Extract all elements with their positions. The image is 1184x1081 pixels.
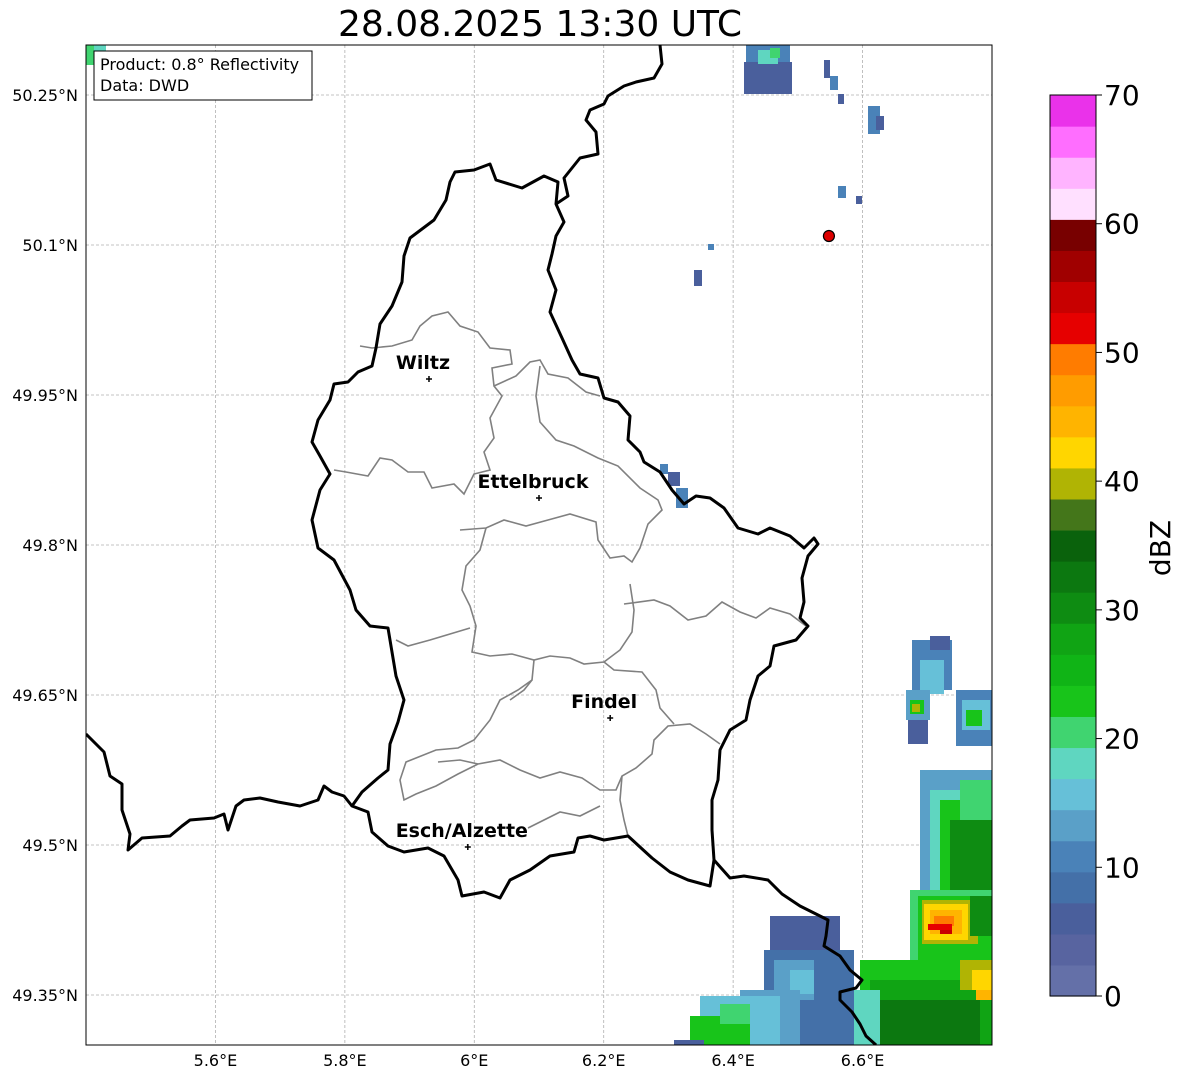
colorbar-cell xyxy=(1050,747,1096,780)
colorbar-cell xyxy=(1050,809,1096,842)
city-markers: Wiltz Ettelbruck Findel Esch/Alzette xyxy=(396,352,637,850)
lat-tick-label: 49.35°N xyxy=(12,986,78,1005)
city-label: Ettelbruck xyxy=(478,471,589,493)
colorbar-tick-label: 0 xyxy=(1104,980,1122,1013)
city-esch-alzette: Esch/Alzette xyxy=(396,820,528,850)
longitude-tick-labels: 5.6°E 5.8°E 6°E 6.2°E 6.4°E 6.6°E xyxy=(194,1051,885,1070)
colorbar-tick-label: 40 xyxy=(1104,465,1140,498)
city-label: Wiltz xyxy=(396,352,450,374)
colorbar-cell xyxy=(1050,871,1096,904)
colorbar-cell xyxy=(1050,157,1096,189)
colorbar-cell xyxy=(1050,623,1096,655)
lon-tick-label: 5.8°E xyxy=(323,1051,367,1070)
info-product: Product: 0.8° Reflectivity xyxy=(100,55,299,74)
colorbar-cell xyxy=(1050,436,1096,469)
lon-tick-label: 6.2°E xyxy=(582,1051,626,1070)
colorbar-cell xyxy=(1050,561,1096,593)
colorbar-cell xyxy=(1050,498,1096,531)
colorbar-tick-label: 60 xyxy=(1104,208,1140,241)
colorbar-cell xyxy=(1050,126,1096,158)
lat-tick-label: 50.25°N xyxy=(12,86,78,105)
colorbar-cell xyxy=(1050,592,1096,624)
radar-map: Wiltz Ettelbruck Findel Esch/Alzette Produc… xyxy=(12,44,1177,1070)
lon-tick-label: 6.4°E xyxy=(711,1051,755,1070)
colorbar-cell xyxy=(1050,95,1096,127)
city-findel: Findel xyxy=(571,691,637,721)
colorbar-tick-label: 10 xyxy=(1104,851,1140,884)
colorbar-label: dBZ xyxy=(1144,520,1177,576)
colorbar-cell xyxy=(1050,685,1096,717)
info-box: Product: 0.8° Reflectivity Data: DWD xyxy=(93,50,313,101)
colorbar-cell xyxy=(1050,250,1096,283)
colorbar-cell xyxy=(1050,281,1096,314)
colorbar-cell xyxy=(1050,188,1096,220)
latitude-tick-labels: 50.25°N 50.1°N 49.95°N 49.8°N 49.65°N 49.5°N 4… xyxy=(12,86,78,1005)
lat-tick-label: 49.65°N xyxy=(12,686,78,705)
colorbar-cell xyxy=(1050,405,1096,438)
info-source: Data: DWD xyxy=(100,76,189,95)
lat-tick-label: 49.5°N xyxy=(22,836,78,855)
city-label: Findel xyxy=(571,691,637,713)
colorbar-cell xyxy=(1050,933,1096,966)
colorbar-tick-label: 50 xyxy=(1104,336,1140,369)
colorbar-cell xyxy=(1050,840,1096,873)
colorbar-cell xyxy=(1050,312,1096,345)
lat-tick-label: 49.95°N xyxy=(12,386,78,405)
lat-tick-label: 50.1°N xyxy=(22,236,78,255)
colorbar: 0 10 20 30 40 50 60 70 dBZ xyxy=(1049,79,1177,1013)
lon-tick-label: 6.6°E xyxy=(841,1051,885,1070)
colorbar-tick-label: 70 xyxy=(1104,79,1140,112)
city-ettelbruck: Ettelbruck xyxy=(478,471,589,501)
canton-boundaries xyxy=(333,311,807,837)
colorbar-cell xyxy=(1050,467,1096,500)
colorbar-cell xyxy=(1050,716,1096,749)
colorbar-cell xyxy=(1050,654,1096,686)
city-wiltz: Wiltz xyxy=(396,352,450,382)
radar-site-marker xyxy=(822,229,836,243)
graticule xyxy=(86,45,992,1045)
lat-tick-label: 49.8°N xyxy=(22,536,78,555)
city-label: Esch/Alzette xyxy=(396,820,528,842)
colorbar-tick-label: 30 xyxy=(1104,594,1140,627)
lon-tick-label: 6°E xyxy=(460,1051,488,1070)
colorbar-cell xyxy=(1050,219,1096,251)
colorbar-tick-label: 20 xyxy=(1104,723,1140,756)
colorbar-cell xyxy=(1050,964,1096,997)
colorbar-cell xyxy=(1050,902,1096,935)
colorbar-cell xyxy=(1050,529,1096,562)
colorbar-cell xyxy=(1050,343,1096,376)
colorbar-cell xyxy=(1050,778,1096,811)
colorbar-cell xyxy=(1050,374,1096,407)
lon-tick-label: 5.6°E xyxy=(194,1051,238,1070)
